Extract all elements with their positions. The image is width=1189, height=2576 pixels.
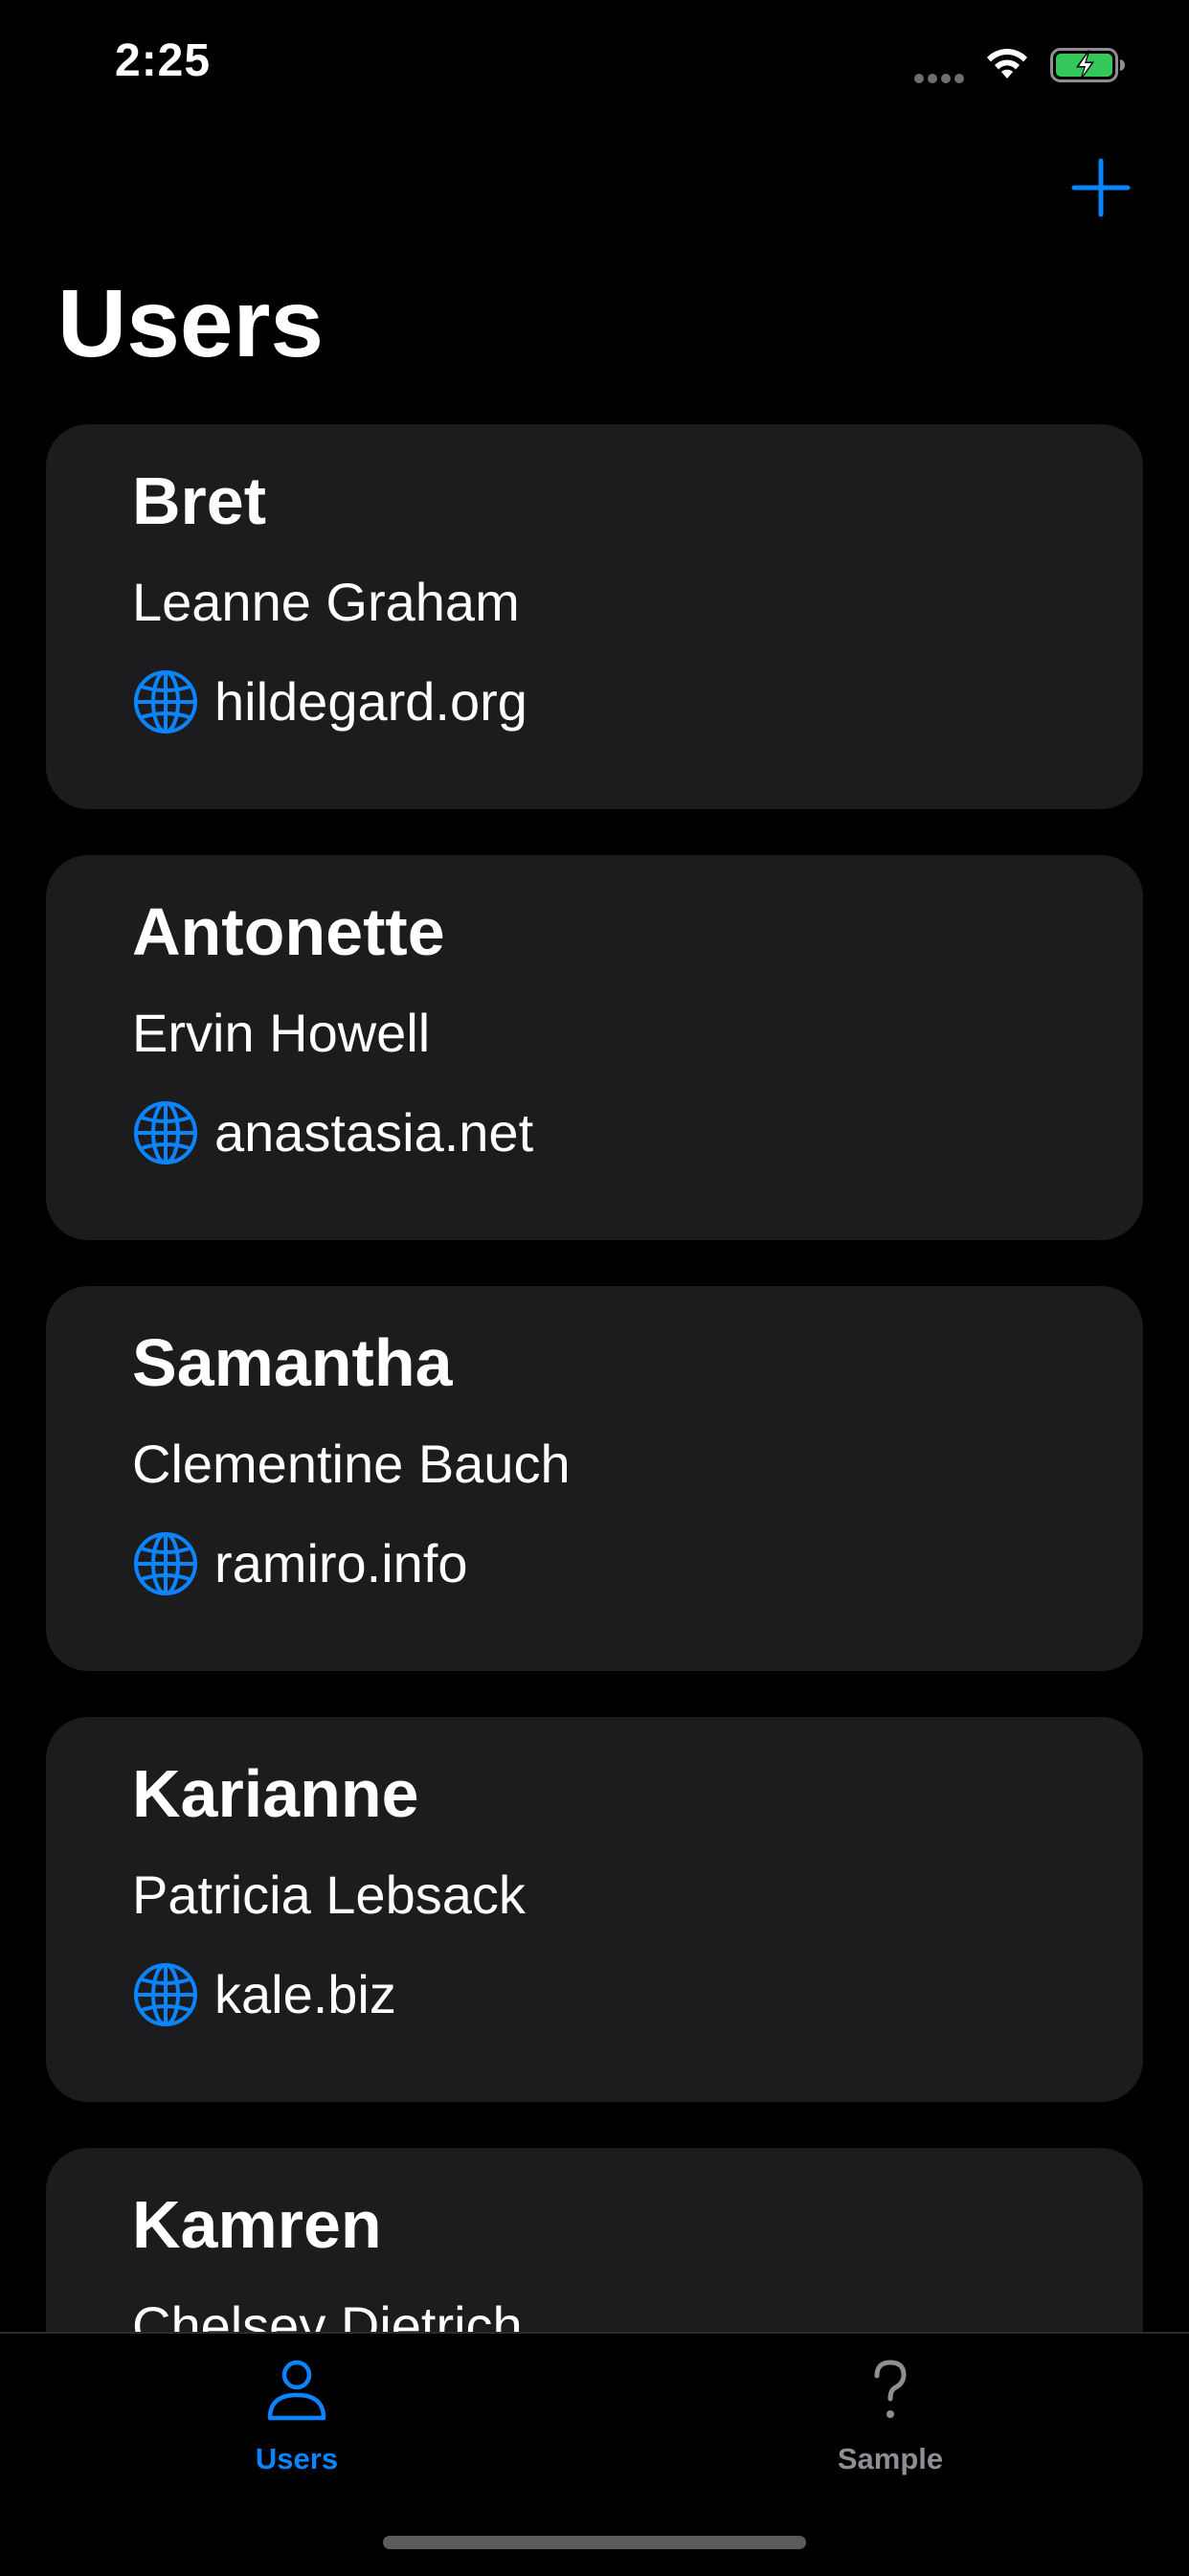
user-website-row: ramiro.info (132, 1527, 468, 1600)
user-website: hildegard.org (214, 671, 527, 732)
user-full-name: Leanne Graham (132, 572, 520, 632)
user-card[interactable]: Antonette Ervin Howell anastasia.net (46, 855, 1143, 1240)
tab-users[interactable]: Users (153, 2359, 440, 2483)
user-username: Antonette (132, 894, 445, 969)
tab-users-label: Users (255, 2442, 339, 2475)
add-user-button[interactable] (1070, 157, 1132, 218)
user-card[interactable]: Bret Leanne Graham hildegard.org (46, 424, 1143, 809)
page-title: Users (57, 270, 324, 377)
user-website-row: hildegard.org (132, 666, 527, 738)
user-full-name: Chelsey Dietrich (132, 2295, 523, 2332)
globe-icon (134, 670, 197, 734)
user-website: kale.biz (214, 1964, 396, 2024)
user-website: ramiro.info (214, 1533, 468, 1593)
cellular-signal-icon (914, 71, 970, 83)
tab-sample[interactable]: Sample (747, 2359, 1034, 2483)
user-card[interactable]: Karianne Patricia Lebsack kale.biz (46, 1717, 1143, 2102)
user-website: anastasia.net (214, 1102, 534, 1163)
tab-sample-label: Sample (837, 2442, 944, 2475)
user-username: Kamren (132, 2187, 382, 2262)
person-icon (267, 2360, 326, 2421)
user-card[interactable]: Samantha Clementine Bauch ramiro.info (46, 1286, 1143, 1671)
globe-icon (134, 1532, 197, 1595)
globe-icon (134, 1101, 197, 1164)
status-bar: 2:25 (0, 0, 1189, 126)
user-full-name: Ervin Howell (132, 1003, 431, 1063)
user-username: Bret (132, 463, 267, 538)
user-username: Karianne (132, 1756, 419, 1831)
wifi-icon (987, 49, 1027, 79)
user-full-name: Clementine Bauch (132, 1434, 571, 1494)
user-username: Samantha (132, 1325, 453, 1400)
user-website-row: kale.biz (132, 1958, 396, 2031)
user-list[interactable]: Bret Leanne Graham hildegard.org Antonet… (46, 424, 1143, 2332)
battery-charging-icon (1050, 48, 1125, 82)
user-website-row: anastasia.net (132, 1096, 533, 1169)
home-indicator (383, 2536, 806, 2549)
user-card[interactable]: Kamren Chelsey Dietrich (46, 2148, 1143, 2332)
user-full-name: Patricia Lebsack (132, 1864, 526, 1925)
status-time: 2:25 (115, 35, 212, 86)
globe-icon (134, 1963, 197, 2026)
question-mark-icon (874, 2360, 907, 2418)
